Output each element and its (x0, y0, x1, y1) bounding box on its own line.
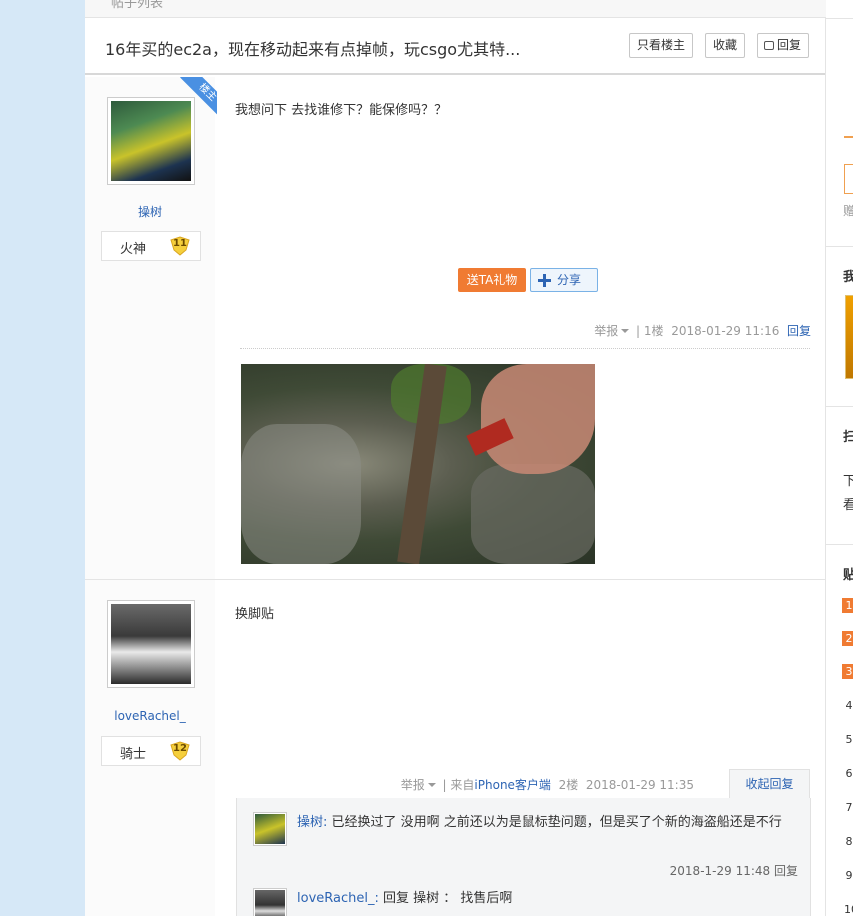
divider (826, 246, 853, 247)
plus-icon (538, 274, 551, 287)
post-1-meta: 举报 | 1楼 2018-01-29 11:16 回复 (594, 322, 811, 339)
op-ribbon-label: 楼主 (180, 77, 217, 117)
rank-2: 2 (842, 631, 853, 646)
level-name: 骑士 (120, 747, 147, 762)
thread-main: 16年买的ec2a，现在移动起来有点掉帧，玩csgo尤其特... 只看楼主 收藏… (85, 18, 826, 916)
sub-reply-username[interactable]: loveRachel_ (297, 891, 374, 906)
sub-reply-body: 回复 操树 ： 找售后啊 (383, 891, 513, 906)
only-op-button[interactable]: 只看楼主 (629, 33, 694, 58)
share-label: 分享 (557, 273, 582, 287)
divider (826, 406, 853, 407)
right-sidebar: 赠 我 扫 下 看 贴 1 2 3 4 5 6 7 8 9 10 (826, 18, 853, 916)
chevron-down-icon[interactable] (621, 329, 630, 333)
level-number: 11 (173, 238, 187, 249)
level-number: 12 (173, 743, 187, 754)
avatar[interactable] (253, 888, 287, 916)
reply-button[interactable]: 回复 (757, 33, 810, 58)
post-1-content: 我想问下 去找谁修下？能保修吗？？ (235, 103, 448, 118)
heart-badge-icon: 12 (169, 740, 191, 762)
post-1-username[interactable]: 操树 (85, 203, 215, 220)
level-badge[interactable]: 骑士 12 (101, 736, 201, 766)
sub-reply-sep: : (323, 815, 328, 830)
rank-6: 6 (845, 767, 853, 780)
sidebar-line (844, 136, 853, 138)
sub-reply-meta: 2018-1-29 11:48 回复 (670, 862, 798, 879)
sub-reply-sep: : (374, 891, 379, 906)
sub-reply-time: 2018-1-29 11:48 (669, 864, 771, 878)
thread-title-bar: 16年买的ec2a，现在移动起来有点掉帧，玩csgo尤其特... 只看楼主 收藏… (85, 18, 825, 75)
sub-reply-text: 操树: 已经换过了 没用啊 之前还以为是鼠标垫问题，但是买了个新的海盗船还是不行 (297, 812, 797, 833)
source-label: 来自 (450, 778, 475, 792)
meta-separator: | (442, 778, 447, 792)
divider (826, 18, 853, 19)
heart-badge-icon: 11 (169, 235, 191, 257)
client-link[interactable]: iPhone客户端 (474, 778, 551, 792)
top-strip: 帖子列表 (85, 0, 826, 18)
sidebar-input[interactable] (844, 164, 853, 194)
divider (240, 348, 810, 349)
share-button[interactable]: 分享 (530, 268, 598, 292)
send-gift-button[interactable]: 送TA礼物 (458, 268, 526, 292)
divider (826, 544, 853, 545)
reply-button-label: 回复 (777, 38, 802, 52)
post-image[interactable] (241, 364, 595, 564)
op-ribbon: 楼主 (177, 77, 217, 117)
post-1-author-panel: 操树 火神 11 (85, 77, 215, 579)
chevron-down-icon[interactable] (427, 783, 436, 787)
sidebar-heading-2: 扫 (843, 430, 853, 445)
sidebar-text-3: 看 (843, 498, 853, 513)
avatar[interactable] (107, 600, 195, 688)
sub-reply-panel: 操树: 已经换过了 没用啊 之前还以为是鼠标垫问题，但是买了个新的海盗船还是不行… (236, 798, 811, 916)
post-2-author-panel: loveRachel_ 骑士 12 (85, 580, 215, 916)
sub-reply-username[interactable]: 操树 (297, 815, 323, 830)
sidebar-heading-3: 贴 (843, 568, 853, 583)
reply-bubble-icon (764, 41, 774, 50)
sub-reply-reply-link[interactable]: 回复 (774, 864, 798, 878)
rank-10: 10 (844, 903, 853, 916)
rank-8: 8 (845, 835, 853, 848)
post-reply-link[interactable]: 回复 (787, 324, 811, 338)
rank-3: 3 (842, 664, 853, 679)
rank-5: 5 (845, 733, 853, 746)
page: 帖子列表 16年买的ec2a，现在移动起来有点掉帧，玩csgo尤其特... 只看… (85, 0, 853, 916)
floor-number: 1楼 (643, 324, 664, 338)
sidebar-heading-1: 我 (843, 270, 853, 285)
report-link[interactable]: 举报 (401, 778, 425, 792)
top-strip-text: 帖子列表 (111, 0, 164, 11)
rank-7: 7 (845, 801, 853, 814)
floor-number: 2楼 (558, 778, 579, 792)
post-time: 2018-01-29 11:35 (585, 778, 694, 792)
sidebar-banner[interactable] (845, 295, 853, 379)
sidebar-text-2: 下 (843, 474, 853, 489)
rank-4: 4 (845, 699, 853, 712)
rank-1: 1 (842, 598, 853, 613)
sidebar-text-1: 赠 (843, 204, 853, 218)
post-2-content: 换脚贴 (235, 607, 275, 622)
avatar[interactable] (253, 812, 287, 846)
sub-reply-body: 已经换过了 没用啊 之前还以为是鼠标垫问题，但是买了个新的海盗船还是不行 (331, 815, 782, 830)
collapse-replies-button[interactable]: 收起回复 (729, 769, 810, 799)
favorite-button[interactable]: 收藏 (705, 33, 746, 58)
level-badge[interactable]: 火神 11 (101, 231, 201, 261)
level-name: 火神 (120, 242, 147, 257)
post-time: 2018-01-29 11:16 (671, 324, 780, 338)
post-2-meta: 举报 | 来自iPhone客户端 2楼 2018-01-29 11:35 (401, 776, 694, 793)
report-link[interactable]: 举报 (594, 324, 618, 338)
post-2-username[interactable]: loveRachel_ (85, 709, 215, 723)
rank-9: 9 (845, 869, 853, 882)
meta-separator: | (636, 324, 641, 338)
sub-reply-text: loveRachel_: 回复 操树 ： 找售后啊 (297, 888, 797, 909)
thread-title: 16年买的ec2a，现在移动起来有点掉帧，玩csgo尤其特... (105, 40, 521, 59)
